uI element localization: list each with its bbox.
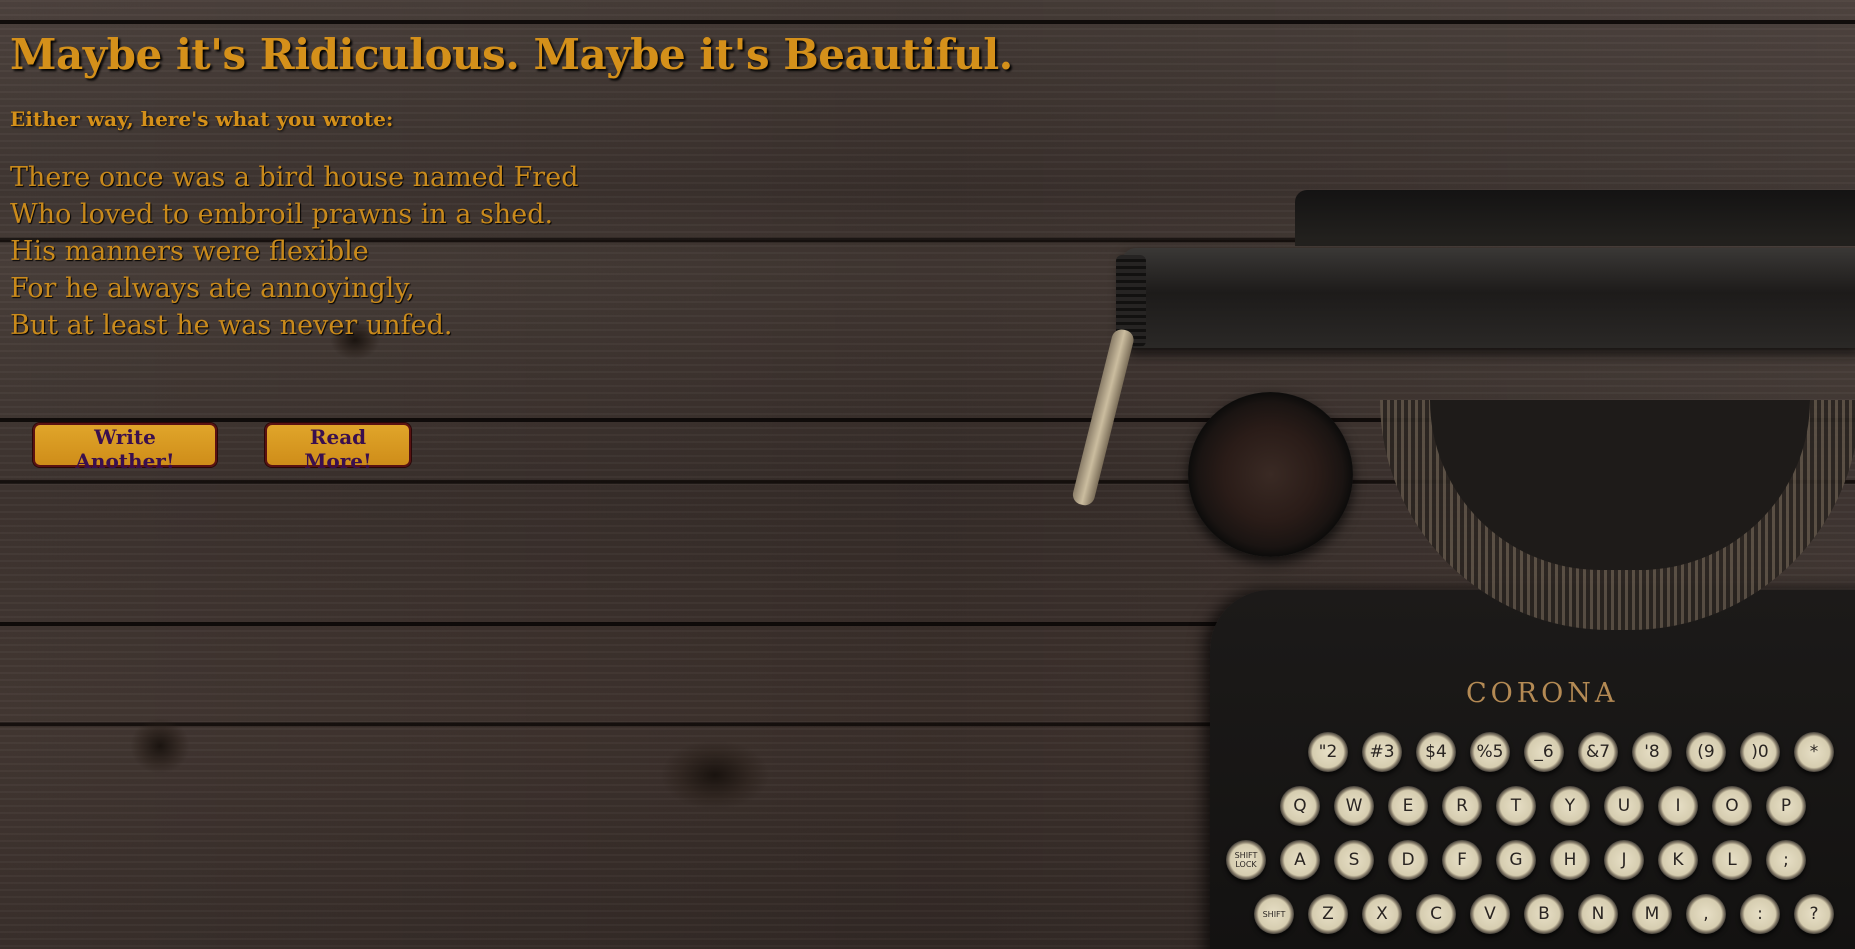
typewriter-key: A [1280, 840, 1320, 880]
main-content: Maybe it's Ridiculous. Maybe it's Beauti… [10, 30, 1013, 344]
limerick: There once was a bird house named Fred W… [10, 159, 1013, 344]
page-title: Maybe it's Ridiculous. Maybe it's Beauti… [10, 30, 1013, 79]
typewriter-key: )0 [1740, 732, 1780, 772]
typewriter-key: (9 [1686, 732, 1726, 772]
typewriter-top-row: Q W E R T Y U I O P [1280, 786, 1806, 826]
typewriter-key: R [1442, 786, 1482, 826]
typewriter-image: CORONA "2 #3 $4 %5 _6 &7 '8 (9 )0 * Q W … [1070, 170, 1855, 949]
typewriter-key: V [1470, 894, 1510, 934]
typewriter-paper-guide [1295, 190, 1855, 246]
typewriter-key: K [1658, 840, 1698, 880]
typewriter-key: SHIFT LOCK [1226, 840, 1266, 880]
typewriter-key: L [1712, 840, 1752, 880]
typewriter-key: M [1632, 894, 1672, 934]
typewriter-key: U [1604, 786, 1644, 826]
typewriter-bottom-row: SHIFT Z X C V B N M , : ? [1254, 894, 1834, 934]
typewriter-key: "2 [1308, 732, 1348, 772]
plank-seam [0, 20, 1855, 24]
typewriter-key: C [1416, 894, 1456, 934]
typewriter-key: S [1334, 840, 1374, 880]
typewriter-key: * [1794, 732, 1834, 772]
typewriter-key: ; [1766, 840, 1806, 880]
typewriter-key: P [1766, 786, 1806, 826]
typewriter-platen [1122, 248, 1855, 348]
typewriter-key: $4 [1416, 732, 1456, 772]
typewriter-key: W [1334, 786, 1374, 826]
wood-knot [660, 740, 770, 810]
poem-line: Who loved to embroil prawns in a shed. [10, 199, 554, 230]
typewriter-key: Z [1308, 894, 1348, 934]
typewriter-key: , [1686, 894, 1726, 934]
poem-line: There once was a bird house named Fred [10, 162, 579, 193]
typewriter-key: O [1712, 786, 1752, 826]
poem-line: His manners were flexible [10, 236, 369, 267]
typewriter-key: F [1442, 840, 1482, 880]
typewriter-key: T [1496, 786, 1536, 826]
typewriter-key: E [1388, 786, 1428, 826]
typewriter-number-row: "2 #3 $4 %5 _6 &7 '8 (9 )0 * [1308, 732, 1834, 772]
typewriter-brand-logo: CORONA [1466, 678, 1619, 709]
typewriter-key: Y [1550, 786, 1590, 826]
typewriter-key: G [1496, 840, 1536, 880]
typewriter-key: J [1604, 840, 1644, 880]
typewriter-key: : [1740, 894, 1780, 934]
action-buttons: Write Another! Read More! [33, 423, 411, 473]
typewriter-key: #3 [1362, 732, 1402, 772]
page-subtitle: Either way, here's what you wrote: [10, 107, 394, 131]
typewriter-key: Q [1280, 786, 1320, 826]
typewriter-key: H [1550, 840, 1590, 880]
typewriter-key: I [1658, 786, 1698, 826]
typewriter-key: N [1578, 894, 1618, 934]
typewriter-home-row: SHIFT LOCK A S D F G H J K L ; [1226, 840, 1806, 880]
write-another-button[interactable]: Write Another! [33, 423, 217, 473]
typewriter-key: &7 [1578, 732, 1618, 772]
wood-knot [130, 718, 190, 774]
typewriter-ribbon-spool [1188, 392, 1353, 557]
poem-line: But at least he was never unfed. [10, 310, 453, 341]
poem-line: For he always ate annoyingly, [10, 273, 415, 304]
typewriter-key: B [1524, 894, 1564, 934]
typewriter-key: '8 [1632, 732, 1672, 772]
typewriter-key: SHIFT [1254, 894, 1294, 934]
typewriter-key: X [1362, 894, 1402, 934]
typewriter-key: _6 [1524, 732, 1564, 772]
typewriter-key: %5 [1470, 732, 1510, 772]
read-more-button[interactable]: Read More! [265, 423, 411, 473]
typewriter-key: D [1388, 840, 1428, 880]
typewriter-key: ? [1794, 894, 1834, 934]
